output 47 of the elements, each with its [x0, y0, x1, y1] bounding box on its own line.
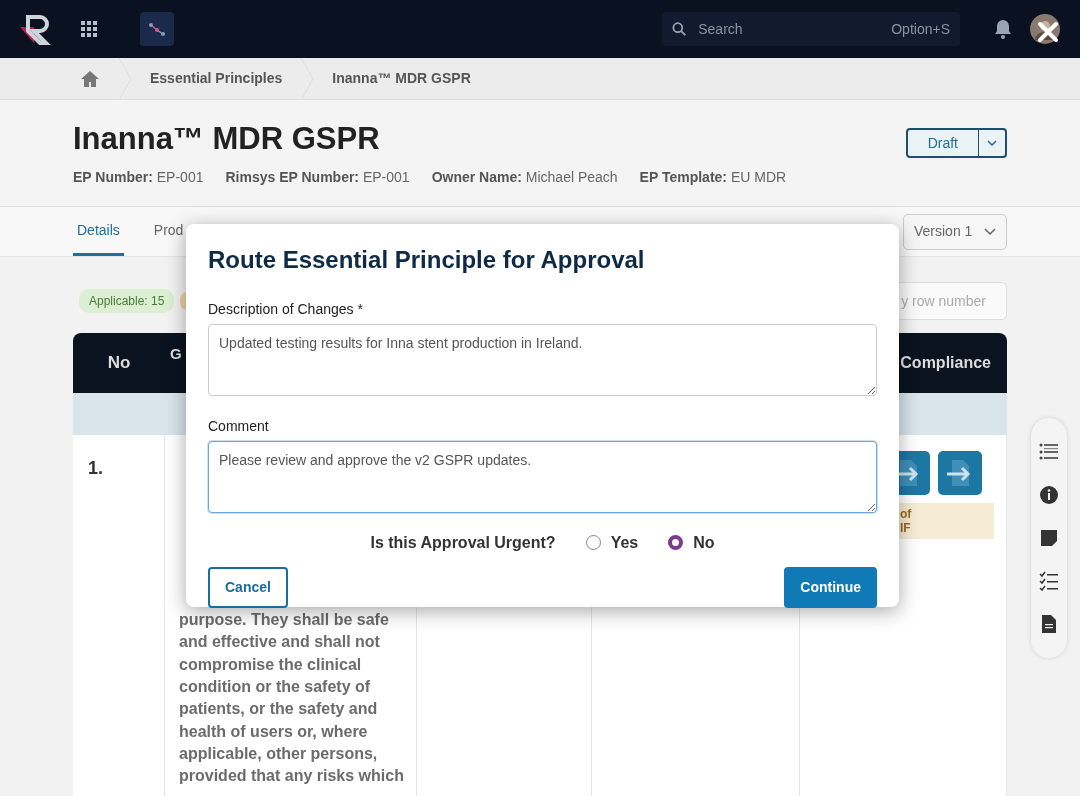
field-label: Description of Changes *: [208, 299, 364, 319]
list-icon[interactable]: [1039, 441, 1059, 462]
chevron-down-icon: [984, 227, 996, 236]
search-icon: [672, 21, 687, 37]
grid-icon[interactable]: [80, 20, 98, 38]
radio-button[interactable]: [668, 535, 684, 551]
tab[interactable]: Prod: [149, 207, 188, 257]
column-header: Compliance: [900, 353, 991, 374]
tab[interactable]: Details: [73, 207, 124, 257]
checklist-icon[interactable]: [1039, 570, 1059, 591]
version-select[interactable]: Version 1: [903, 213, 1007, 250]
field-label: Comment: [208, 416, 270, 436]
search-field[interactable]: Search Option+S: [662, 12, 960, 46]
column-header: G: [170, 344, 182, 365]
document-icon[interactable]: [1041, 614, 1057, 635]
radio-button[interactable]: [585, 535, 601, 551]
column-header: No: [107, 352, 131, 375]
meta-field: Owner Name: Michael Peach: [431, 167, 618, 189]
status-button[interactable]: Draft: [905, 128, 1007, 158]
document-button[interactable]: [938, 451, 982, 496]
row-number: 1.: [88, 458, 103, 479]
bell-icon[interactable]: [994, 19, 1012, 39]
dialog-title: Route Essential Principle for Approval: [208, 246, 646, 275]
meta-field: EP Template: EU MDR: [639, 167, 787, 189]
caret-icon: [987, 140, 997, 146]
breadcrumb-link[interactable]: Inanna™ MDR GSPR: [332, 68, 471, 89]
status-badge: Applicable: 15: [79, 289, 175, 314]
note-icon[interactable]: [1040, 529, 1058, 547]
requirement-text: purpose. They shall be safe and effective and shall not compromise the clinical condition or the safety of patients, or the safety and health of users or, where applicable, other persons, provided that any risks which: [178, 610, 405, 787]
radio-label: No: [693, 532, 715, 553]
question-label: Is this Approval Urgent?: [370, 532, 556, 553]
continue-button[interactable]: Continue: [784, 566, 877, 608]
radio-label: Yes: [610, 532, 639, 553]
avatar-icon[interactable]: [1030, 14, 1060, 44]
meta-field: EP Number: EP-001: [73, 167, 204, 189]
meta-field: Rimsys EP Number: EP-001: [225, 167, 410, 189]
info-icon[interactable]: [1039, 485, 1059, 506]
page-title: Inanna™ MDR GSPR: [73, 120, 381, 158]
breadcrumb-link[interactable]: Essential Principles: [150, 68, 283, 89]
text-area[interactable]: Please review and approve the v2 GSPR updates.: [208, 440, 877, 513]
search-input[interactable]: Search: [696, 17, 882, 41]
shortcut-hint: Option+S: [891, 19, 950, 39]
cancel-button[interactable]: Cancel: [208, 566, 288, 608]
close-icon[interactable]: [1037, 21, 1059, 43]
network-button[interactable]: [140, 12, 174, 46]
text-area[interactable]: Updated testing results for Inna stent production in Ireland.: [208, 323, 877, 396]
home-icon[interactable]: [80, 69, 100, 88]
